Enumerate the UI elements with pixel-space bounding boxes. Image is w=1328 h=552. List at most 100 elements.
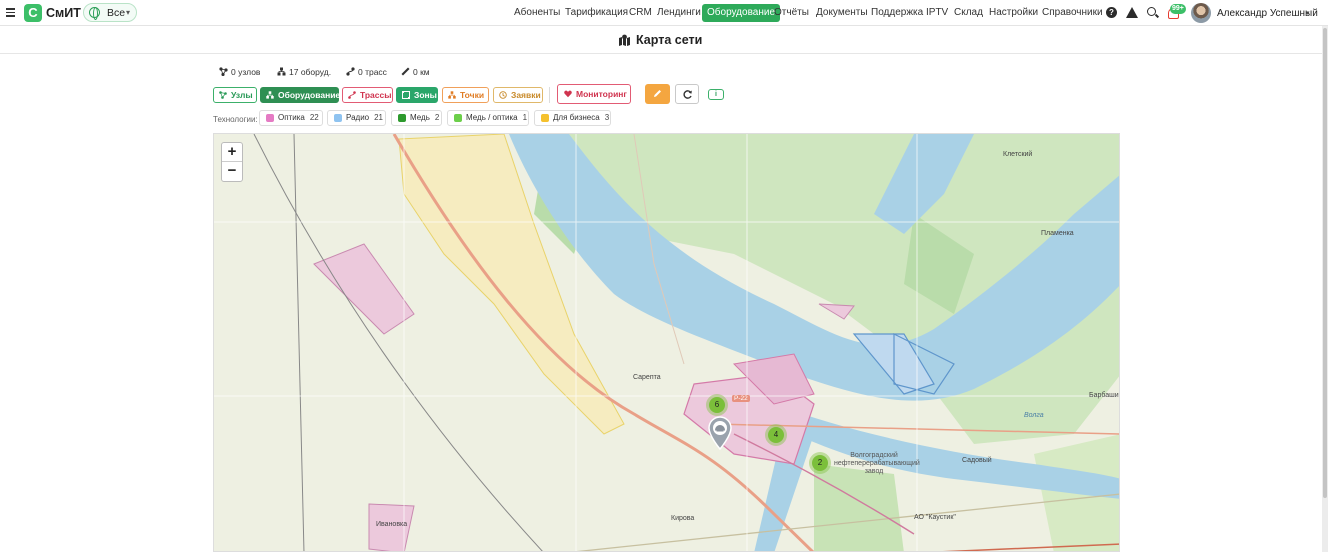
stat-equipment-value: 17 оборуд. [289, 67, 332, 77]
zones-toggle-button[interactable]: Зоны [396, 87, 438, 103]
nav-iptv[interactable]: IPTV [926, 4, 948, 22]
nav-podderzhka[interactable]: Поддержка [871, 4, 923, 22]
place-label: Клетский [1003, 151, 1033, 158]
nav-nastroyki[interactable]: Настройки [989, 4, 1038, 22]
top-navbar: С СмИТ Все ▾ Абоненты Тарификация CRM Ле… [0, 0, 1328, 26]
stat-equipment: 17 оборуд. [277, 67, 331, 77]
zoom-control: + − [221, 142, 243, 182]
requests-toggle-button[interactable]: Заявки [493, 87, 543, 103]
tech-count: 3 [604, 113, 610, 122]
warning-icon[interactable] [1126, 7, 1138, 18]
sitemap-icon [448, 91, 456, 99]
map-tiles [214, 134, 1119, 551]
tech-chip-optika[interactable]: Оптика 22 [259, 110, 323, 126]
place-label: Садовый [962, 457, 992, 464]
routes-toggle-label: Трассы [360, 90, 392, 100]
stat-nodes-value: 0 узлов [231, 67, 261, 77]
nav-abonenty[interactable]: Абоненты [514, 4, 560, 22]
monitoring-label: Мониторинг [576, 89, 627, 99]
network-map[interactable]: + − Клетский Пламенка Барбаши Садовый Са… [213, 133, 1120, 552]
cluster-count: 2 [812, 455, 828, 471]
map-cluster[interactable]: 2 [809, 452, 831, 474]
road-label: Р-22 [732, 395, 750, 402]
place-label: АО "Каустик" [914, 514, 956, 521]
nav-dokumenty[interactable]: Документы [816, 4, 868, 22]
globe-icon [89, 6, 100, 20]
tech-count: 1 [522, 113, 528, 122]
equipment-marker-icon[interactable] [707, 416, 733, 450]
search-icon[interactable] [1147, 7, 1156, 16]
heart-icon [564, 90, 572, 98]
request-icon [499, 91, 507, 99]
cluster-count: 4 [768, 427, 784, 443]
content-panel: Карта сети 0 узлов 17 оборуд. 0 трасс 0 … [0, 26, 1322, 552]
place-label: Кирова [671, 515, 695, 522]
zoom-in-button[interactable]: + [222, 143, 242, 162]
place-label: Волгоградский нефтеперерабатывающий заво… [834, 452, 920, 475]
map-icon [619, 34, 630, 46]
refresh-icon [683, 90, 692, 99]
nodes-icon [219, 91, 227, 99]
place-label: Ивановка [376, 521, 408, 528]
stat-length: 0 км [401, 67, 430, 77]
tech-chip-med[interactable]: Медь 2 [391, 110, 442, 126]
refresh-button[interactable] [675, 84, 699, 104]
requests-toggle-label: Заявки [511, 90, 541, 100]
nav-sklad[interactable]: Склад [954, 4, 983, 22]
user-name[interactable]: Александр Успешный [1217, 8, 1318, 19]
info-button[interactable]: i [708, 89, 724, 100]
stat-routes: 0 трасс [346, 67, 387, 77]
chevron-down-icon[interactable]: ▾ [1306, 9, 1310, 17]
app-name[interactable]: СмИТ [46, 6, 81, 20]
monitoring-button[interactable]: Мониторинг [557, 84, 631, 104]
tech-chip-radio[interactable]: Радио 21 [327, 110, 386, 126]
equipment-toggle-label: Оборудование [278, 90, 341, 100]
nav-lendingi[interactable]: Лендинги [657, 4, 701, 22]
nav-tarifikaciya[interactable]: Тарификация [565, 4, 628, 22]
edit-button[interactable] [645, 84, 670, 104]
tech-name: Медь [410, 113, 430, 122]
equipment-icon [266, 91, 274, 99]
scope-selector[interactable]: Все ▾ [83, 3, 137, 22]
routes-toggle-button[interactable]: Трассы [342, 87, 393, 103]
map-cluster[interactable]: 4 [765, 424, 787, 446]
scope-label: Все [107, 7, 126, 19]
color-swatch [266, 114, 274, 122]
tech-chip-business[interactable]: Для бизнеса 3 [534, 110, 611, 126]
points-toggle-label: Точки [460, 90, 485, 100]
place-label: Барбаши [1089, 392, 1119, 399]
zoom-out-button[interactable]: − [222, 162, 242, 181]
stat-nodes: 0 узлов [219, 67, 260, 77]
nav-crm[interactable]: CRM [629, 4, 652, 22]
map-cluster[interactable]: 6 [706, 394, 728, 416]
nodes-toggle-button[interactable]: Узлы [213, 87, 257, 103]
ruler-icon [401, 67, 410, 76]
nav-spravochniki[interactable]: Справочники [1042, 4, 1103, 22]
color-swatch [334, 114, 342, 122]
technologies-label: Технологии: [213, 115, 258, 124]
tech-count: 2 [434, 113, 440, 122]
nav-oborudovanie[interactable]: Оборудование [702, 4, 781, 22]
zones-toggle-label: Зоны [414, 90, 437, 100]
color-swatch [454, 114, 462, 122]
place-label: Пламенка [1041, 230, 1074, 237]
color-swatch [541, 114, 549, 122]
nav-otchety[interactable]: Отчёты [774, 4, 809, 22]
stat-length-value: 0 км [413, 67, 430, 77]
app-logo[interactable]: С [24, 4, 42, 22]
page-scrollbar[interactable] [1322, 26, 1328, 552]
page-title: Карта сети [636, 33, 703, 47]
help-icon[interactable]: ? [1106, 7, 1117, 18]
tech-name: Радио [346, 113, 370, 122]
equipment-icon [277, 67, 286, 76]
color-swatch [398, 114, 406, 122]
menu-icon[interactable] [6, 8, 15, 17]
points-toggle-button[interactable]: Точки [442, 87, 489, 103]
zones-icon [402, 91, 410, 99]
stat-routes-value: 0 трасс [358, 67, 387, 77]
avatar[interactable] [1191, 3, 1211, 23]
equipment-toggle-button[interactable]: Оборудование [260, 87, 341, 103]
nodes-toggle-label: Узлы [231, 90, 253, 100]
tech-chip-med-optika[interactable]: Медь / оптика 1 [447, 110, 529, 126]
tech-count: 21 [374, 113, 384, 122]
